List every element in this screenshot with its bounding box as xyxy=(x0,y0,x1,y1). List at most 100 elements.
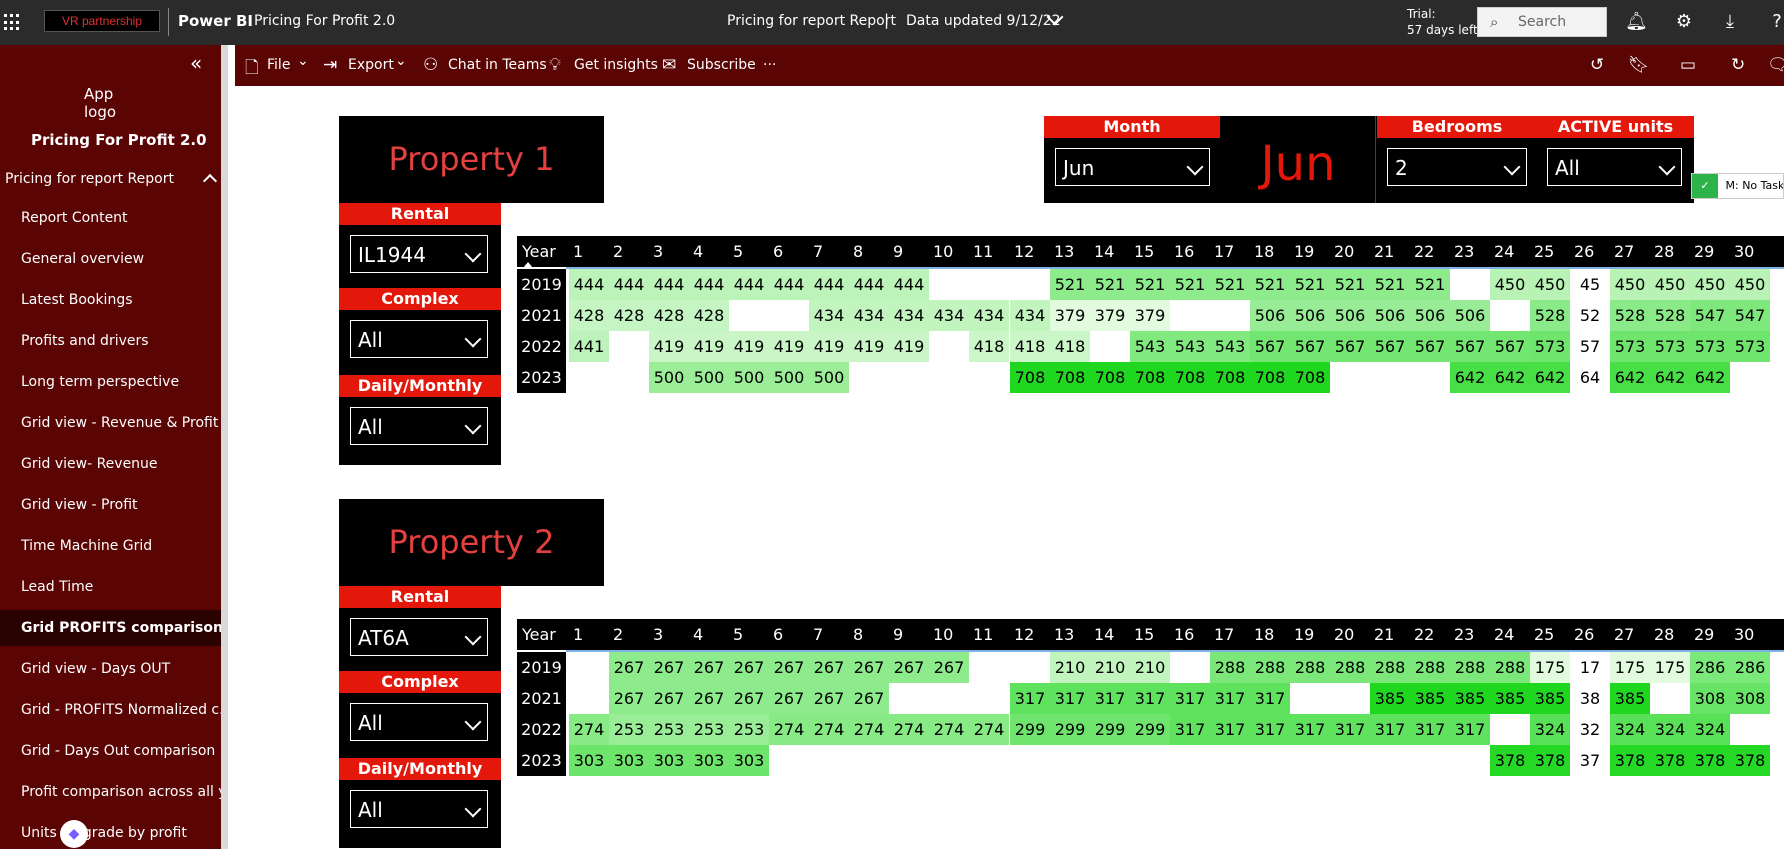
collapse-nav-icon[interactable]: « xyxy=(190,51,202,75)
grid-header-day[interactable]: 30 xyxy=(1730,619,1770,650)
sidebar-item[interactable]: Grid view - Revenue & Profit xyxy=(0,405,221,441)
grid-value-cell[interactable]: 428 xyxy=(609,300,649,331)
grid-value-cell[interactable]: 521 xyxy=(1410,269,1450,300)
grid-header-day[interactable]: 17 xyxy=(1210,236,1250,267)
grid-value-cell[interactable]: 708 xyxy=(1210,362,1250,393)
grid-value-cell[interactable]: 324 xyxy=(1610,714,1650,745)
grid-value-cell[interactable] xyxy=(1250,745,1290,776)
get-insights-button[interactable]: Get insights xyxy=(574,57,658,73)
sidebar-item[interactable]: Grid view- Revenue xyxy=(0,446,221,482)
grid-value-cell[interactable]: 303 xyxy=(649,745,689,776)
grid-value-cell[interactable]: 419 xyxy=(649,331,689,362)
grid-value-cell[interactable]: 267 xyxy=(609,652,649,683)
grid-header-day[interactable]: 9 xyxy=(889,619,929,650)
grid-header-day[interactable]: 21 xyxy=(1370,619,1410,650)
grid-header-day[interactable]: 11 xyxy=(969,619,1009,650)
grid-value-cell[interactable]: 317 xyxy=(1370,714,1410,745)
grid-value-cell[interactable]: 378 xyxy=(1730,745,1770,776)
grid-value-cell[interactable]: 288 xyxy=(1450,652,1490,683)
grid-value-cell[interactable]: 175 xyxy=(1650,652,1690,683)
grid-header-day[interactable]: 28 xyxy=(1650,619,1690,650)
grid-value-cell[interactable]: 267 xyxy=(649,683,689,714)
grid-value-cell[interactable]: 418 xyxy=(1050,331,1090,362)
subscribe-button[interactable]: Subscribe xyxy=(687,57,756,73)
grid-value-cell[interactable]: 274 xyxy=(929,714,969,745)
comment-icon[interactable]: 🗨︎ xyxy=(1767,55,1784,75)
grid-value-cell[interactable]: 317 xyxy=(1330,714,1370,745)
grid-value-cell[interactable]: 708 xyxy=(1290,362,1330,393)
grid-value-cell[interactable]: 543 xyxy=(1170,331,1210,362)
grid-value-cell[interactable]: 317 xyxy=(1450,714,1490,745)
grid-header-day[interactable]: 1 xyxy=(569,236,609,267)
grid-value-cell[interactable] xyxy=(1170,300,1210,331)
active-units-dropdown[interactable]: All xyxy=(1547,148,1682,186)
grid-value-cell[interactable]: 444 xyxy=(609,269,649,300)
grid-value-cell[interactable] xyxy=(969,652,1009,683)
reset-icon[interactable]: ↺ xyxy=(1590,55,1604,75)
grid-value-cell[interactable]: 500 xyxy=(729,362,769,393)
grid-value-cell[interactable]: 450 xyxy=(1650,269,1690,300)
grid-value-cell[interactable]: 444 xyxy=(809,269,849,300)
grid-value-cell[interactable]: 434 xyxy=(969,300,1009,331)
grid-value-cell[interactable]: 500 xyxy=(769,362,809,393)
grid-value-cell[interactable]: 274 xyxy=(569,714,609,745)
file-menu[interactable]: File xyxy=(267,57,290,73)
grid-value-cell[interactable] xyxy=(769,300,809,331)
grid-header-day[interactable]: 5 xyxy=(729,236,769,267)
grid-header-day[interactable]: 10 xyxy=(929,236,969,267)
grid-header-day[interactable]: 14 xyxy=(1090,236,1130,267)
grid-value-cell[interactable] xyxy=(849,362,889,393)
grid-value-cell[interactable]: 253 xyxy=(689,714,729,745)
grid-value-cell[interactable] xyxy=(1010,652,1050,683)
complex-dropdown[interactable]: All xyxy=(350,320,488,358)
grid-value-cell[interactable]: 418 xyxy=(1010,331,1050,362)
grid-value-cell[interactable]: 267 xyxy=(769,683,809,714)
grid-value-cell[interactable]: 317 xyxy=(1210,714,1250,745)
grid-value-cell[interactable]: 267 xyxy=(889,652,929,683)
grid-header-day[interactable]: 20 xyxy=(1330,619,1370,650)
grid-value-cell[interactable]: 303 xyxy=(689,745,729,776)
grid-value-cell[interactable]: 428 xyxy=(649,300,689,331)
grid-header-day[interactable]: 15 xyxy=(1130,619,1170,650)
grid-header-day[interactable]: 6 xyxy=(769,236,809,267)
grid-value-cell[interactable]: 274 xyxy=(769,714,809,745)
grid-value-cell[interactable]: 267 xyxy=(809,683,849,714)
grid-value-cell[interactable]: 528 xyxy=(1530,300,1570,331)
bookmark-icon[interactable]: 🔖︎ xyxy=(1628,55,1650,75)
grid-value-cell[interactable] xyxy=(1410,362,1450,393)
sidebar-item[interactable]: General overview xyxy=(0,241,221,277)
grid-header-day[interactable]: 26 xyxy=(1570,236,1610,267)
grid-value-cell[interactable]: 419 xyxy=(689,331,729,362)
grid-value-cell[interactable]: 286 xyxy=(1690,652,1730,683)
grid-value-cell[interactable] xyxy=(1090,331,1130,362)
grid-value-cell[interactable]: 385 xyxy=(1610,683,1650,714)
grid-value-cell[interactable] xyxy=(1450,269,1490,300)
grid-value-cell[interactable]: 567 xyxy=(1410,331,1450,362)
more-options-button[interactable]: ··· xyxy=(763,57,776,73)
grid-value-cell[interactable]: 317 xyxy=(1050,683,1090,714)
grid-value-cell[interactable]: 506 xyxy=(1370,300,1410,331)
sidebar-item[interactable]: Time Machine Grid xyxy=(0,528,221,564)
grid-value-cell[interactable]: 573 xyxy=(1730,331,1770,362)
grid-value-cell[interactable]: 317 xyxy=(1170,683,1210,714)
grid-header-day[interactable]: 21 xyxy=(1370,236,1410,267)
grid-value-cell[interactable]: 434 xyxy=(849,300,889,331)
grid-header-day[interactable]: 19 xyxy=(1290,619,1330,650)
grid-header-year[interactable]: Year xyxy=(517,619,566,650)
grid-value-cell[interactable]: 521 xyxy=(1210,269,1250,300)
gear-icon[interactable]: ⚙ xyxy=(1673,11,1695,33)
grid-value-cell[interactable]: 573 xyxy=(1690,331,1730,362)
grid-value-cell[interactable] xyxy=(1650,683,1690,714)
data-updated[interactable]: Data updated 9/12/22 xyxy=(906,13,1061,29)
grid-value-cell[interactable] xyxy=(1010,745,1050,776)
grid-header-day[interactable]: 27 xyxy=(1610,619,1650,650)
grid-header-day[interactable]: 22 xyxy=(1410,236,1450,267)
grid-value-cell[interactable]: 267 xyxy=(769,652,809,683)
grid-value-cell[interactable]: 57 xyxy=(1570,331,1610,362)
grid-value-cell[interactable] xyxy=(1730,362,1770,393)
sidebar-item[interactable]: Grid view - Days OUT xyxy=(0,651,221,687)
grid-value-cell[interactable]: 317 xyxy=(1250,683,1290,714)
grid-value-cell[interactable]: 267 xyxy=(849,652,889,683)
notifications-icon[interactable]: 🔔︎ xyxy=(1625,11,1647,33)
grid-value-cell[interactable]: 379 xyxy=(1090,300,1130,331)
